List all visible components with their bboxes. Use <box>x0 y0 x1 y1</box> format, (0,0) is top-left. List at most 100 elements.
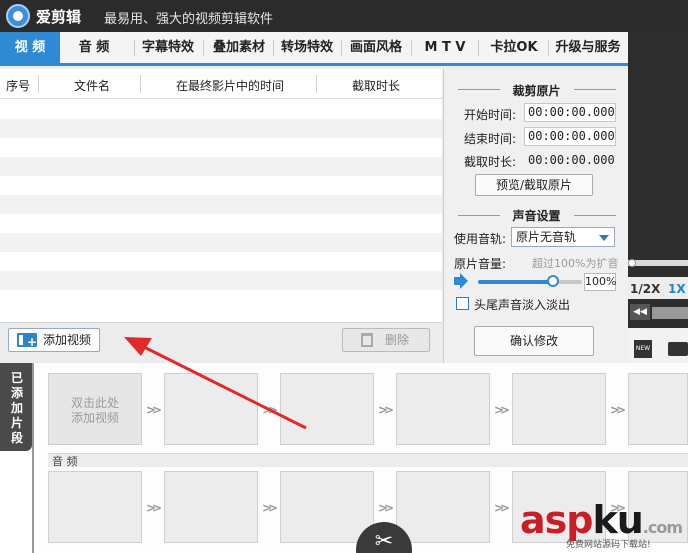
audio-clip-slot[interactable] <box>164 471 258 543</box>
add-film-icon <box>17 331 37 353</box>
open-folder-icon[interactable] <box>668 342 688 356</box>
tab-video[interactable]: 视 频 <box>0 32 60 63</box>
table-row[interactable] <box>0 271 442 290</box>
preview-progress-bar[interactable] <box>628 260 688 266</box>
watermark-tld: .com <box>642 518 683 537</box>
confirm-changes-button[interactable]: 确认修改 <box>474 326 594 356</box>
volume-slider-thumb[interactable] <box>546 275 559 287</box>
speed-half-button[interactable]: 1/2X <box>630 282 660 296</box>
next-arrow-icon: >> <box>494 403 510 417</box>
clip-slot[interactable] <box>164 373 258 445</box>
end-time-input[interactable]: 00:00:00.000 <box>524 127 616 146</box>
next-arrow-icon: >> <box>378 403 394 417</box>
start-time-input[interactable]: 00:00:00.000 <box>524 103 616 122</box>
clip-slot[interactable] <box>280 373 374 445</box>
volume-value-input[interactable]: 100% <box>584 273 616 291</box>
tab-separator <box>478 40 479 56</box>
audio-track-label: 音 频 <box>52 455 78 468</box>
preview-trim-button[interactable]: 预览/截取原片 <box>475 174 593 196</box>
tab-mtv[interactable]: M T V <box>412 32 478 63</box>
section-divider <box>574 215 616 216</box>
volume-slider-fill <box>478 280 553 284</box>
add-video-label: 添加视频 <box>43 333 92 347</box>
app-name: 爱剪辑 <box>36 8 82 26</box>
volume-hint: 超过100%为扩音 <box>532 257 619 270</box>
delete-button[interactable]: 删除 <box>342 328 430 352</box>
next-arrow-icon: >> <box>262 501 278 515</box>
table-row[interactable] <box>0 157 442 176</box>
volume-slider[interactable] <box>478 280 582 284</box>
next-arrow-icon: >> <box>262 403 278 417</box>
table-row[interactable] <box>0 119 442 138</box>
tab-separator <box>548 40 549 56</box>
clip-slot[interactable] <box>628 373 688 445</box>
add-video-button[interactable]: 添加视频 <box>8 328 100 353</box>
app-slogan: 最易用、强大的视频剪辑软件 <box>104 12 274 27</box>
watermark-logo: aspku.com <box>520 498 683 542</box>
rewind-icon[interactable]: ◀◀ <box>630 304 650 320</box>
watermark-subtitle: 免费网站源码下载站! <box>566 540 651 550</box>
column-header-filename[interactable]: 文件名 <box>74 77 110 94</box>
tab-overlay-materials[interactable]: 叠加素材 <box>205 32 273 63</box>
add-video-clip-slot[interactable]: 双击此处 添加视频 <box>48 373 142 445</box>
table-row[interactable] <box>0 138 442 157</box>
column-separator <box>38 75 39 93</box>
column-separator <box>140 75 141 93</box>
tab-audio[interactable]: 音 频 <box>64 32 124 63</box>
audio-track-select[interactable]: 原片无音轨 <box>511 227 615 247</box>
added-clips-tab[interactable]: 已添加片段 <box>0 363 32 451</box>
clip-slot[interactable] <box>512 373 606 445</box>
table-row[interactable] <box>0 195 442 214</box>
fade-checkbox-label[interactable]: 头尾声音淡入淡出 <box>474 296 570 313</box>
clip-slot-hint-line2: 添加视频 <box>70 411 119 425</box>
video-list-panel: 序号 文件名 在最终影片中的时间 截取时长 添加视频 删除 <box>0 69 442 363</box>
column-header-time-in-movie[interactable]: 在最终影片中的时间 <box>176 77 284 94</box>
seek-track[interactable] <box>652 307 688 319</box>
table-row[interactable] <box>0 100 442 119</box>
title-bar: 爱剪辑 最易用、强大的视频剪辑软件 <box>0 0 688 32</box>
speed-one-button[interactable]: 1X <box>668 282 686 296</box>
table-row[interactable] <box>0 176 442 195</box>
tab-separator <box>203 40 204 56</box>
duration-value: 00:00:00.000 <box>528 153 615 167</box>
column-header-index[interactable]: 序号 <box>6 77 30 94</box>
audio-clip-slot[interactable] <box>396 471 490 543</box>
new-project-icon[interactable]: NEW <box>634 340 652 358</box>
tab-picture-style[interactable]: 画面风格 <box>342 32 410 63</box>
tab-upgrade-service[interactable]: 升级与服务 <box>550 32 626 63</box>
track-label: 使用音轨: <box>454 232 507 246</box>
trash-icon <box>361 333 373 347</box>
audio-clip-slot[interactable] <box>48 471 142 543</box>
audio-track-value: 原片无音轨 <box>516 230 577 244</box>
tab-subtitle-effects[interactable]: 字幕特效 <box>136 32 200 63</box>
list-header: 序号 文件名 在最终影片中的时间 截取时长 <box>0 69 442 99</box>
column-separator <box>316 75 317 93</box>
table-row[interactable] <box>0 233 442 252</box>
table-row[interactable] <box>0 290 442 309</box>
next-arrow-icon: >> <box>146 403 162 417</box>
clip-slot[interactable] <box>396 373 490 445</box>
audio-track-header <box>48 453 688 467</box>
end-time-label: 结束时间: <box>464 132 517 146</box>
added-clips-tab-label: 已添加片段 <box>10 371 23 445</box>
column-header-duration[interactable]: 截取时长 <box>352 77 400 94</box>
preview-panel-edge: 1/2X 1X ◀◀ NEW <box>628 32 688 368</box>
next-arrow-icon: >> <box>494 501 510 515</box>
watermark-main-a: asp <box>520 498 593 542</box>
delete-label: 删除 <box>385 333 410 347</box>
next-arrow-icon: >> <box>378 501 394 515</box>
section-divider <box>574 89 616 90</box>
preview-progress-knob[interactable] <box>628 259 636 267</box>
settings-panel: 裁剪原片 开始时间: 00:00:00.000 结束时间: 00:00:00.0… <box>443 69 628 363</box>
table-row[interactable] <box>0 214 442 233</box>
trim-section-title: 裁剪原片 <box>512 84 561 98</box>
tab-transition-effects[interactable]: 转场特效 <box>274 32 340 63</box>
start-time-label: 开始时间: <box>464 108 517 122</box>
watermark-main-k: ku <box>592 498 643 542</box>
tab-karaoke[interactable]: 卡拉OK <box>480 32 548 63</box>
audio-clip-slot[interactable] <box>280 471 374 543</box>
duration-label: 截取时长: <box>464 155 517 169</box>
speaker-icon <box>454 277 462 285</box>
table-row[interactable] <box>0 252 442 271</box>
fade-checkbox[interactable] <box>456 297 469 310</box>
